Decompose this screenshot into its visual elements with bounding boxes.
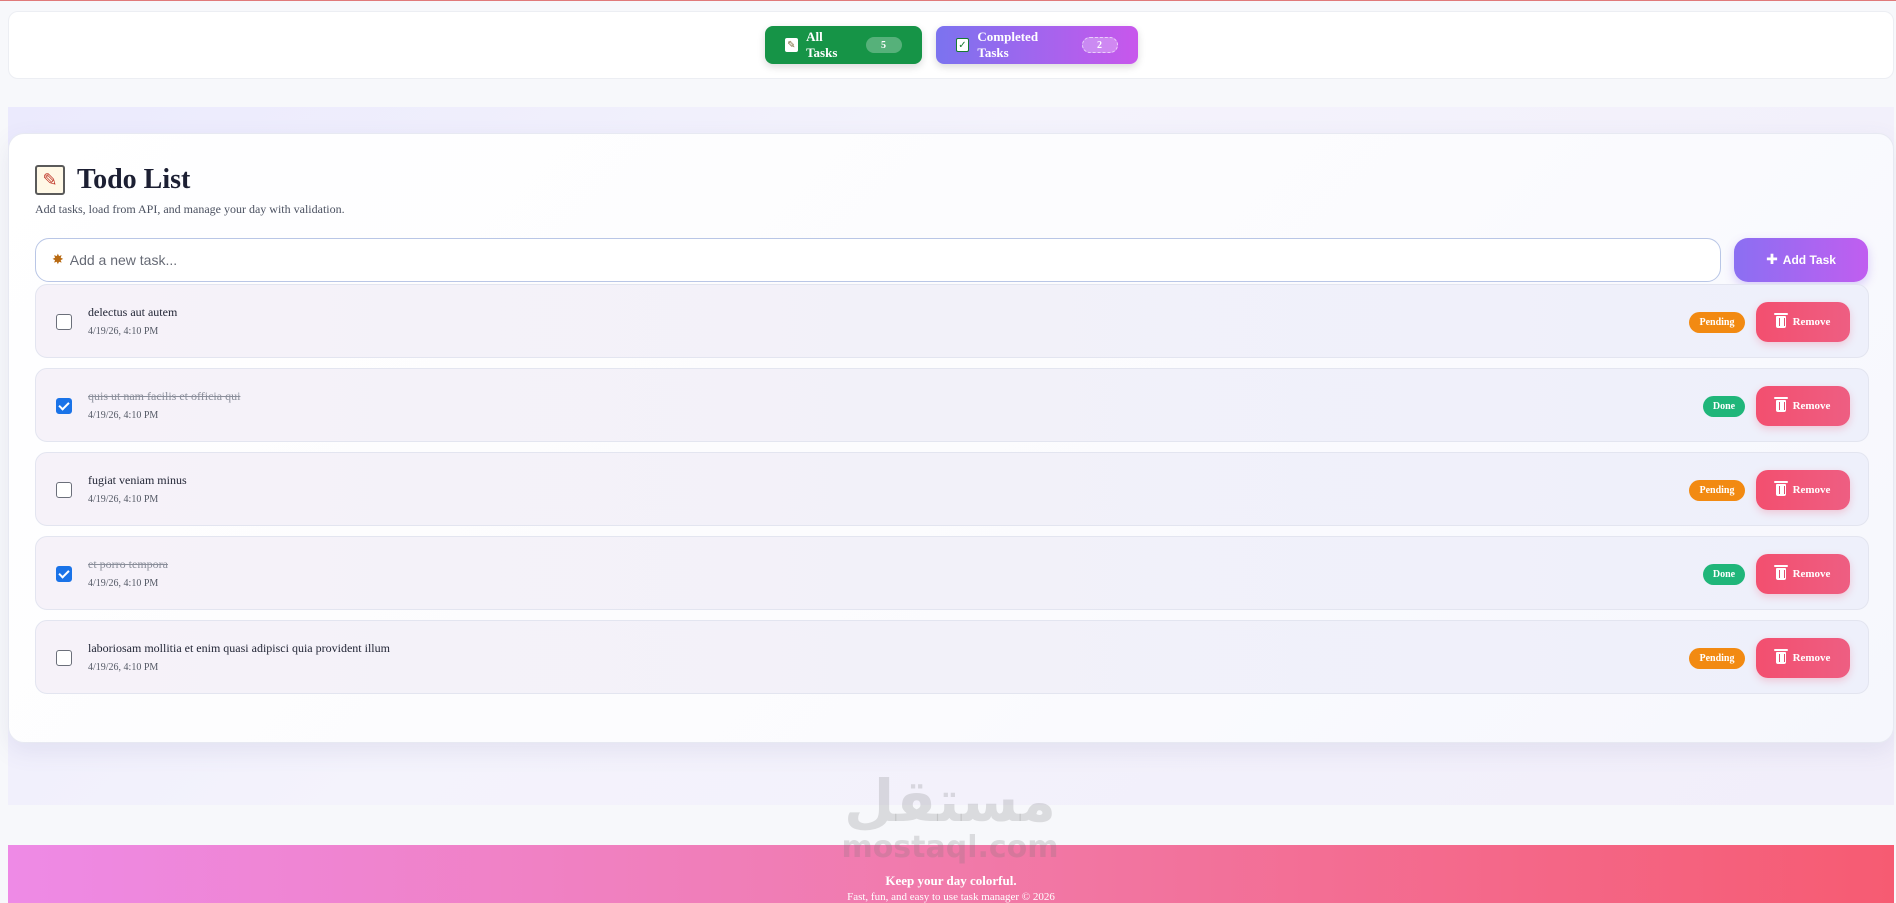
task-date: 4/19/26, 4:10 PM — [88, 578, 159, 589]
footer-tagline: Keep your day colorful. — [885, 873, 1017, 888]
new-task-input[interactable] — [69, 252, 1720, 268]
status-badge: Pending — [1689, 312, 1745, 333]
remove-button[interactable]: Remove — [1756, 470, 1850, 510]
status-badge: Pending — [1689, 480, 1745, 501]
trash-icon — [1773, 313, 1788, 328]
task-date: 4/19/26, 4:10 PM — [88, 662, 159, 673]
all-tasks-button[interactable]: ✎ All Tasks 5 — [764, 26, 922, 64]
status-badge: Pending — [1689, 648, 1745, 669]
task-name: laboriosam mollitia et enim quasi adipis… — [88, 641, 390, 655]
task-name: quis ut nam facilis et officia qui — [88, 389, 241, 403]
all-tasks-label: All Tasks — [806, 29, 838, 60]
add-task-label: Add Task — [1782, 253, 1836, 267]
task-row: et porro tempora 4/19/26, 4:10 PM Done R… — [35, 536, 1869, 610]
footer-copyright: Fast, fun, and easy to use task manager … — [847, 891, 1055, 903]
memo-icon: ✎ — [35, 165, 65, 195]
sparkle-icon: ✸ — [52, 252, 64, 268]
task-row: laboriosam mollitia et enim quasi adipis… — [35, 620, 1869, 694]
completed-tasks-count: 2 — [1081, 37, 1118, 53]
all-tasks-count: 5 — [865, 37, 902, 53]
task-row: quis ut nam facilis et officia qui 4/19/… — [35, 368, 1869, 442]
status-badge: Done — [1703, 564, 1745, 585]
completed-tasks-button[interactable]: ✓ Completed Tasks 2 — [935, 26, 1138, 64]
plus-icon: ✚ — [1766, 252, 1778, 268]
task-checkbox[interactable] — [56, 398, 72, 414]
task-checkbox[interactable] — [56, 482, 72, 498]
top-nav: ✎ All Tasks 5 ✓ Completed Tasks 2 — [8, 11, 1894, 79]
task-date: 4/19/26, 4:10 PM — [88, 326, 159, 337]
task-date: 4/19/26, 4:10 PM — [88, 410, 159, 421]
task-checkbox[interactable] — [56, 566, 72, 582]
add-task-button[interactable]: ✚ Add Task — [1734, 238, 1868, 282]
trash-icon — [1773, 481, 1788, 496]
check-icon: ✓ — [955, 38, 970, 52]
task-row: delectus aut autem 4/19/26, 4:10 PM Pend… — [35, 284, 1869, 358]
task-row: fugiat veniam minus 4/19/26, 4:10 PM Pen… — [35, 452, 1869, 526]
task-checkbox[interactable] — [56, 314, 72, 330]
remove-label: Remove — [1792, 652, 1831, 664]
task-date: 4/19/26, 4:10 PM — [88, 494, 159, 505]
watermark-arabic: مستقل — [843, 767, 1057, 835]
new-task-field[interactable]: ✸ — [35, 238, 1721, 282]
page-title-text: Todo List — [77, 164, 191, 195]
todo-card: ✎ Todo List Add tasks, load from API, an… — [8, 133, 1894, 743]
page-title: ✎ Todo List — [35, 164, 190, 196]
remove-label: Remove — [1792, 484, 1831, 496]
remove-button[interactable]: Remove — [1756, 386, 1850, 426]
trash-icon — [1773, 649, 1788, 664]
trash-icon — [1773, 397, 1788, 412]
remove-button[interactable]: Remove — [1756, 638, 1850, 678]
page-subtitle: Add tasks, load from API, and manage you… — [35, 202, 345, 216]
task-checkbox[interactable] — [56, 650, 72, 666]
completed-tasks-label: Completed Tasks — [977, 29, 1039, 60]
task-name: et porro tempora — [88, 557, 168, 571]
task-name: delectus aut autem — [88, 305, 178, 319]
watermark: مستقل mostaql.com — [830, 771, 1070, 863]
remove-label: Remove — [1792, 316, 1831, 328]
remove-label: Remove — [1792, 400, 1831, 412]
remove-button[interactable]: Remove — [1756, 302, 1850, 342]
trash-icon — [1773, 565, 1788, 580]
memo-icon: ✎ — [784, 38, 799, 52]
status-badge: Done — [1703, 396, 1745, 417]
task-name: fugiat veniam minus — [88, 473, 187, 487]
remove-button[interactable]: Remove — [1756, 554, 1850, 594]
remove-label: Remove — [1792, 568, 1831, 580]
watermark-latin: mostaql.com — [841, 830, 1059, 865]
